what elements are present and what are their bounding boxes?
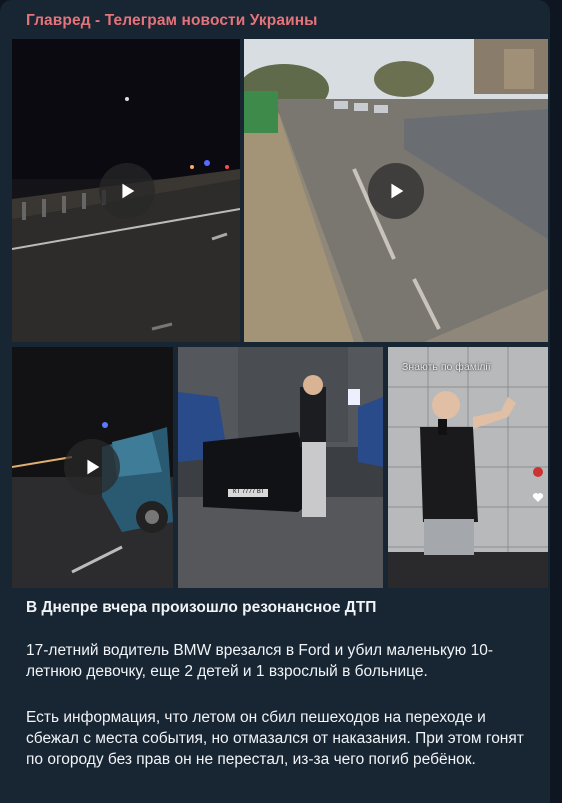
bmw-photo-image <box>178 347 383 588</box>
selfie-image <box>388 347 548 588</box>
photo-man-with-bmw[interactable]: КТ 7777 ВТ <box>178 347 383 588</box>
license-plate: КТ 7777 ВТ <box>233 489 265 495</box>
post-paragraph-1: 17-летний водитель BMW врезался в Ford и… <box>26 642 493 680</box>
photo-overlay-text: Знають по фамілії <box>402 361 491 373</box>
video-thumbnail-crash[interactable] <box>12 347 173 588</box>
video-thumbnail-night-road[interactable] <box>12 39 240 342</box>
play-button[interactable] <box>99 163 155 219</box>
play-icon <box>391 183 404 199</box>
message-bubble: Главред - Телеграм новости Украины КТ 77… <box>0 0 550 803</box>
play-icon <box>122 183 135 199</box>
play-button[interactable] <box>64 439 120 495</box>
photo-selfie[interactable]: Знають по фамілії <box>388 347 548 588</box>
video-thumbnail-street[interactable] <box>244 39 548 342</box>
play-button[interactable] <box>368 163 424 219</box>
post-paragraph-2: Есть информация, что летом он сбил пешех… <box>26 709 524 768</box>
play-icon <box>87 459 100 475</box>
post-title: В Днепре вчера произошло резонансное ДТП <box>26 599 377 616</box>
channel-name[interactable]: Главред - Телеграм новости Украины <box>26 12 318 30</box>
